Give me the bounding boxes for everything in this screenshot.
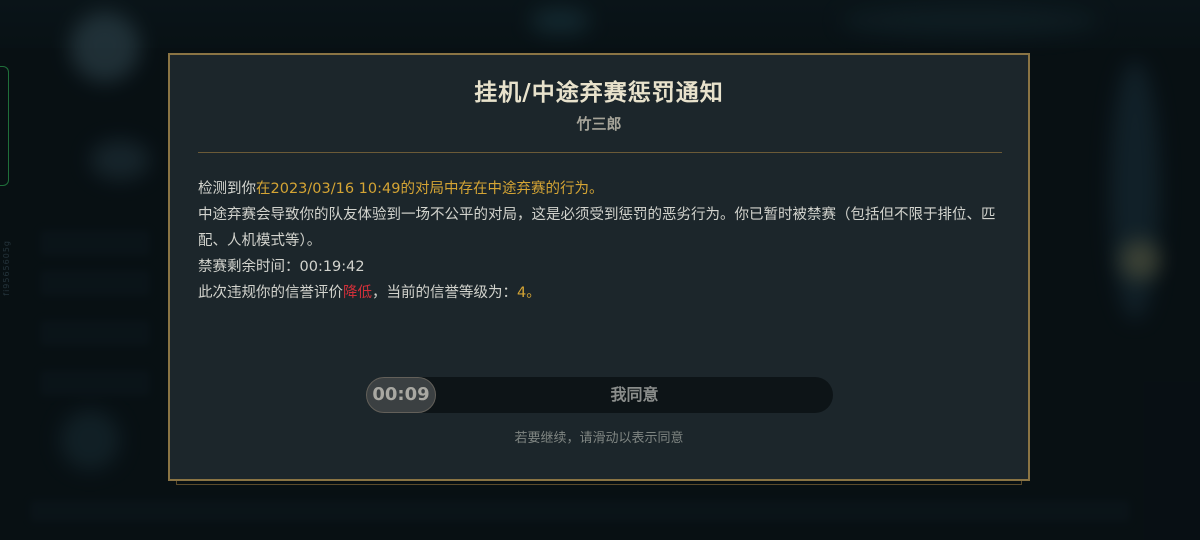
ban-remaining-time: 00:19:42: [299, 259, 365, 275]
ban-remaining-line: 禁赛剩余时间：00:19:42: [198, 254, 1008, 280]
notice-body: 检测到你在2023/03/16 10:49的对局中存在中途弃赛的行为。 中途弃赛…: [198, 176, 1008, 306]
detection-prefix: 检测到你: [198, 181, 256, 197]
dialog-title: 挂机/中途弃赛惩罚通知: [474, 80, 724, 106]
penalty-notice-dialog: 挂机/中途弃赛惩罚通知 竹三郎 检测到你在2023/03/16 10:49的对局…: [168, 53, 1030, 481]
dialog-bottom-edge: [176, 481, 1022, 485]
credit-level: 4。: [517, 285, 541, 301]
slider-knob-timer[interactable]: 00:09: [366, 377, 436, 413]
credit-action: 降低: [343, 285, 372, 301]
ban-remaining-label: 禁赛剩余时间：: [198, 259, 300, 275]
agree-slider[interactable]: 00:09 我同意: [366, 377, 833, 413]
detection-line: 检测到你在2023/03/16 10:49的对局中存在中途弃赛的行为。: [198, 176, 1008, 202]
slide-hint: 若要继续，请滑动以表示同意: [514, 431, 684, 446]
consequence-line: 中途弃赛会导致你的队友体验到一场不公平的对局，这是必须受到惩罚的恶劣行为。你已暂…: [198, 207, 996, 249]
player-name: 竹三郎: [576, 115, 622, 133]
credit-prefix: 此次违规你的信誉评价: [198, 285, 343, 301]
credit-line: 此次违规你的信誉评价降低，当前的信誉等级为：4。: [198, 280, 1008, 306]
credit-middle: ，当前的信誉等级为：: [372, 285, 517, 301]
detection-time: 在2023/03/16 10:49的对局中存在中途弃赛的行为。: [256, 181, 604, 197]
title-divider: [198, 152, 1002, 153]
agree-label: 我同意: [610, 385, 659, 404]
